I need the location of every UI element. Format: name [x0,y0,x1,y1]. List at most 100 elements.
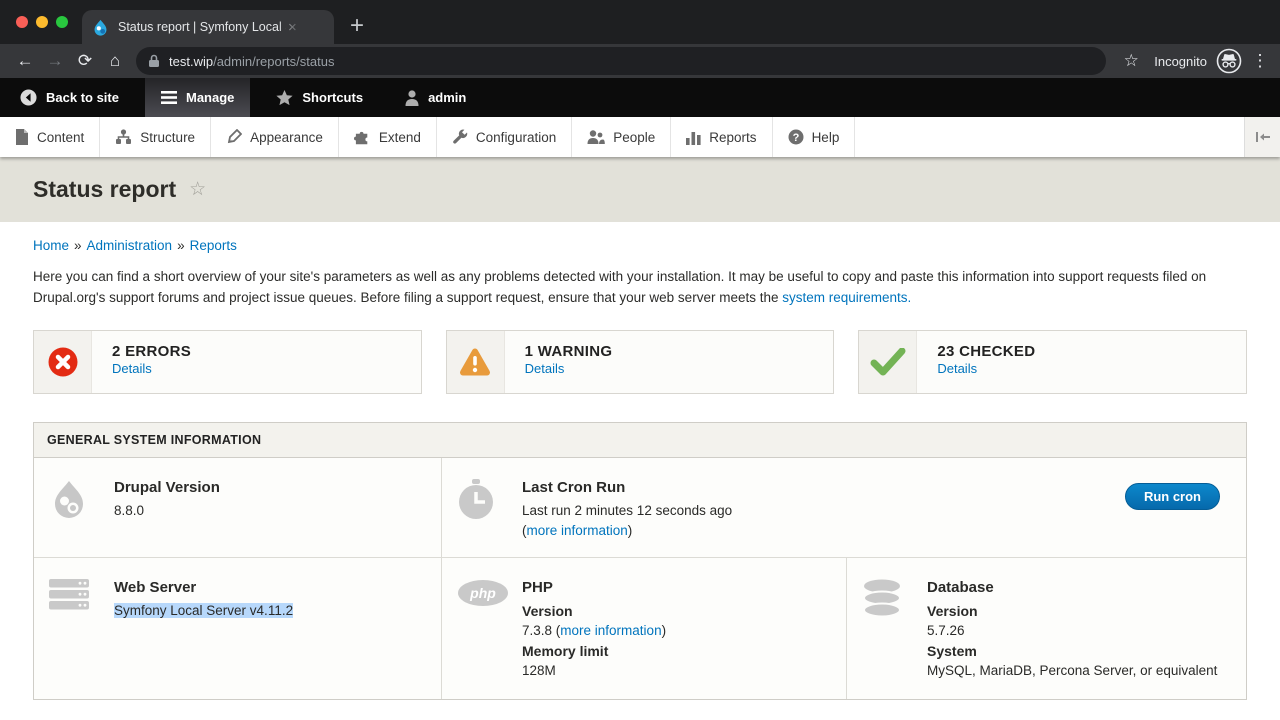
minimize-window-button[interactable] [36,16,48,28]
menu-item-label: Help [812,130,840,145]
bookmark-star-icon[interactable]: ☆ [1116,51,1146,71]
close-window-button[interactable] [16,16,28,28]
page-description: Here you can find a short overview of yo… [33,266,1247,308]
breadcrumb-administration-link[interactable]: Administration [87,238,173,253]
breadcrumb: Home » Administration » Reports [33,238,1247,253]
database-version-label: Version [927,601,1217,621]
menu-item-help[interactable]: ? Help [773,117,856,157]
checked-count-label: 23 CHECKED [937,343,1035,360]
error-icon [48,347,78,377]
paintbrush-icon [226,129,242,145]
add-shortcut-star-icon[interactable]: ☆ [189,178,206,201]
checked-card: 23 CHECKED Details [858,330,1247,394]
database-icon [862,579,902,617]
manage-label: Manage [186,90,234,105]
php-title: PHP [522,578,666,598]
breadcrumb-reports-link[interactable]: Reports [190,238,237,253]
errors-card: 2 ERRORS Details [33,330,422,394]
warnings-details-link[interactable]: Details [525,361,565,376]
incognito-icon [1216,48,1242,74]
tab-strip: Status report | Symfony Local Se × + [0,0,1280,44]
database-system-value: MySQL, MariaDB, Percona Server, or equiv… [927,661,1217,681]
warnings-card-icon-cell [447,331,505,393]
system-info-row-1: Drupal Version 8.8.0 Last Cron Run [34,458,1246,558]
cron-more-information-link[interactable]: more information [527,523,628,538]
page-title: Status report [33,176,176,203]
web-server-value-selected: Symfony Local Server v4.11.2 [114,603,293,618]
description-text: Here you can find a short overview of yo… [33,269,1206,305]
errors-count-label: 2 ERRORS [112,343,191,360]
paren: ) [628,523,633,538]
menu-item-extend[interactable]: Extend [339,117,437,157]
run-cron-button[interactable]: Run cron [1125,483,1220,510]
forward-icon[interactable]: → [40,51,70,71]
back-to-site-button[interactable]: Back to site [4,78,135,117]
shortcuts-button[interactable]: Shortcuts [260,78,379,117]
tab-title-fade [278,10,304,44]
php-more-information-link[interactable]: more information [560,623,661,638]
home-icon[interactable]: ⌂ [100,51,130,71]
menu-item-reports[interactable]: Reports [671,117,772,157]
clock-icon [457,479,495,521]
user-icon [405,90,419,106]
lock-icon [148,54,160,68]
hamburger-icon [161,91,177,104]
url-host: test.wip [169,54,213,69]
drupal-favicon [92,19,109,36]
maximize-window-button[interactable] [56,16,68,28]
php-memory-label: Memory limit [522,641,666,661]
system-requirements-link[interactable]: system requirements. [782,290,911,305]
page-header: Status report ☆ [0,157,1280,222]
star-icon [276,90,293,106]
document-icon [15,129,29,145]
warning-icon [458,347,492,378]
menu-item-label: Content [37,130,84,145]
errors-card-icon-cell [34,331,92,393]
menu-spacer [855,117,1244,157]
breadcrumb-separator: » [177,238,185,253]
back-icon[interactable]: ← [10,51,40,71]
menu-item-content[interactable]: Content [0,117,100,157]
last-cron-run-cell: Last Cron Run Last run 2 minutes 12 seco… [441,458,1246,557]
toolbar-orientation-toggle[interactable] [1244,117,1280,157]
breadcrumb-home-link[interactable]: Home [33,238,69,253]
menu-item-people[interactable]: People [572,117,671,157]
incognito-indicator: Incognito [1154,48,1242,74]
people-icon [587,129,605,145]
web-server-title: Web Server [114,578,293,598]
database-cell: Database Version 5.7.26 System MySQL, Ma… [846,558,1246,699]
tab-title: Status report | Symfony Local Se [118,20,286,34]
menu-item-appearance[interactable]: Appearance [211,117,339,157]
checked-details-link[interactable]: Details [937,361,977,376]
incognito-label: Incognito [1154,54,1207,69]
address-bar[interactable]: test.wip/admin/reports/status [136,47,1106,75]
php-version-value: 7.3.8 [522,623,556,638]
menu-item-structure[interactable]: Structure [100,117,211,157]
browser-toolbar: ← → ⟳ ⌂ test.wip/admin/reports/status ☆ … [0,44,1280,78]
breadcrumb-separator: » [74,238,82,253]
new-tab-icon[interactable]: + [350,12,364,40]
wrench-icon [452,129,468,145]
cron-more-info-line: (more information) [522,521,732,541]
system-info-panel: GENERAL SYSTEM INFORMATION Drupal Versio… [33,422,1247,700]
browser-tab[interactable]: Status report | Symfony Local Se × [82,10,334,44]
warnings-count-label: 1 WARNING [525,343,613,360]
bar-chart-icon [686,130,701,145]
manage-button[interactable]: Manage [145,78,250,117]
checked-card-icon-cell [859,331,917,393]
server-icon [49,579,89,611]
back-to-site-label: Back to site [46,90,119,105]
reload-icon[interactable]: ⟳ [70,51,100,71]
user-label: admin [428,90,466,105]
drupal-version-cell: Drupal Version 8.8.0 [34,458,441,557]
back-circle-icon [20,89,37,106]
errors-details-link[interactable]: Details [112,361,152,376]
admin-menu-bar: Content Structure Appearance Extend [0,117,1280,157]
php-memory-value: 128M [522,661,666,681]
system-info-header: GENERAL SYSTEM INFORMATION [34,423,1246,458]
user-menu-button[interactable]: admin [389,78,482,117]
menu-item-configuration[interactable]: Configuration [437,117,572,157]
status-summary-cards: 2 ERRORS Details 1 WARNING Details [33,330,1247,394]
php-cell: php PHP Version 7.3.8 (more information)… [441,558,846,699]
kebab-menu-icon[interactable]: ⋮ [1250,51,1270,71]
